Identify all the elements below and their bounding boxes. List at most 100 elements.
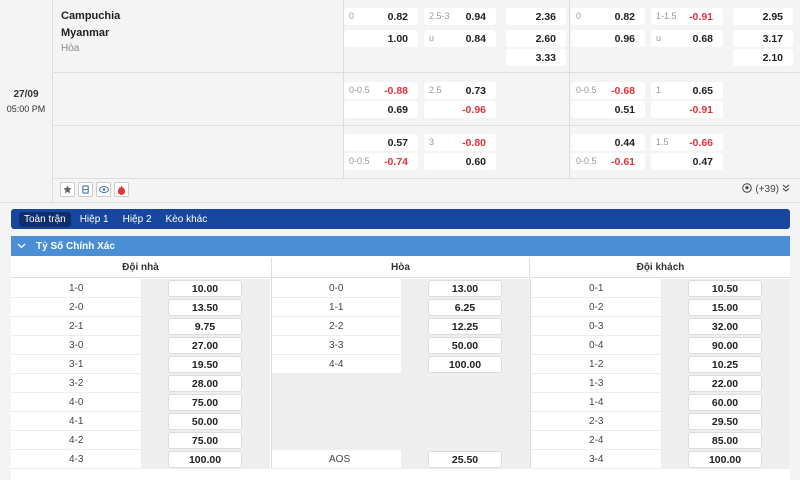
full-time-odds-cell[interactable]: 3 -0.80 [424,134,496,151]
row-divider [54,125,800,126]
hot-icon[interactable] [114,182,129,197]
full-time-odds-cell[interactable]: 2.5-3 0.94 [424,8,496,25]
score-label: 3-2 [69,378,84,389]
score-odds-button[interactable]: 75.00 [168,432,242,449]
soccer-ball-icon [742,183,753,196]
odds-value: -0.74 [384,156,408,168]
first-half-odds-cell[interactable]: u 0.68 [651,30,723,47]
match-time: 05:00 PM [6,104,46,114]
score-label: 4-3 [69,454,84,465]
odds-value: -0.68 [611,85,635,97]
stats-icon[interactable] [78,182,93,197]
odds-line: 0-0.5 [576,85,597,95]
score-odds-button[interactable]: 32.00 [688,318,762,335]
full-time-odds-cell[interactable]: 0.60 [424,153,496,170]
first-half-odds-cell[interactable]: 1 0.65 [651,82,723,99]
score-odds-button[interactable]: 6.25 [428,299,502,316]
home-score-row: 3-0 27.00 [11,336,270,355]
score-odds-button[interactable]: 90.00 [688,337,762,354]
odds-value: 0.82 [614,11,635,23]
odds-line: 1 [656,85,662,95]
score-label: 4-2 [69,435,84,446]
score-odds-button[interactable]: 27.00 [168,337,242,354]
odds-line: 0-0.5 [576,156,597,166]
home-score-row: 4-3 100.00 [11,450,270,469]
double-chevron-down-icon [782,184,790,195]
score-odds-button[interactable]: 28.00 [168,375,242,392]
full-time-odds-cell[interactable]: 0.57 [344,134,418,151]
odds-value: -0.91 [689,104,713,116]
section-header[interactable]: Tỷ Số Chính Xác [11,236,790,256]
score-odds-button[interactable]: 75.00 [168,394,242,411]
first-half-odds-cell[interactable]: 0.47 [651,153,723,170]
score-odds-button[interactable]: 60.00 [688,394,762,411]
first-half-odds-cell[interactable]: 2.95 [733,8,793,25]
score-label: 1-2 [589,359,604,370]
score-odds-button[interactable]: 9.75 [168,318,242,335]
home-score-row: 2-1 9.75 [11,317,270,336]
score-odds-button[interactable]: 10.50 [688,280,762,297]
first-half-odds-cell[interactable]: 2.10 [733,49,793,66]
full-time-odds-cell[interactable]: 2.36 [506,8,566,25]
tab-other-bets[interactable]: Kèo khác [161,212,213,227]
score-odds-button[interactable]: 13.50 [168,299,242,316]
score-odds-button[interactable]: 12.25 [428,318,502,335]
score-odds-button[interactable]: 29.50 [688,413,762,430]
score-odds-button[interactable]: 15.00 [688,299,762,316]
full-time-odds-cell[interactable]: 0.69 [344,101,418,118]
full-time-odds-cell[interactable]: 2.5 0.73 [424,82,496,99]
away-score-row: 0-3 32.00 [531,317,790,336]
star-icon[interactable] [60,182,75,197]
first-half-odds-cell[interactable]: 0-0.5 -0.61 [571,153,645,170]
score-odds-button[interactable]: 100.00 [688,451,762,468]
first-half-odds-cell[interactable]: 0.44 [571,134,645,151]
full-time-odds-cell[interactable]: -0.96 [424,101,496,118]
score-odds-button[interactable]: 100.00 [168,451,242,468]
score-odds-button[interactable]: 50.00 [168,413,242,430]
score-odds-button[interactable]: 10.00 [168,280,242,297]
score-label: 4-1 [69,416,84,427]
full-time-odds-cell[interactable]: 0-0.5 -0.74 [344,153,418,170]
score-odds-button[interactable]: 85.00 [688,432,762,449]
full-time-odds-cell[interactable]: 0 0.82 [344,8,418,25]
tab-second-half[interactable]: Hiệp 2 [118,212,157,227]
home-score-row: 2-0 13.50 [11,298,270,317]
tab-full-match[interactable]: Toàn trận [19,211,71,227]
draw-score-row: 1-1 6.25 [271,298,530,317]
score-odds-button[interactable]: 50.00 [428,337,502,354]
score-label: 1-1 [329,302,344,313]
first-half-odds-cell[interactable]: 1.5 -0.66 [651,134,723,151]
full-time-odds-cell[interactable]: u 0.84 [424,30,496,47]
first-half-odds-cell[interactable]: 0.96 [571,30,645,47]
odds-line: 1.5 [656,137,669,147]
score-label: AOS [329,454,351,465]
score-odds-button[interactable]: 13.00 [428,280,502,297]
odds-line: 2.5-3 [429,11,450,21]
full-time-odds-cell[interactable]: 1.00 [344,30,418,47]
score-odds-button[interactable]: 100.00 [428,356,502,373]
score-odds-button[interactable]: 10.25 [688,356,762,373]
more-markets[interactable]: (+39) [742,183,790,196]
score-odds-button[interactable]: 25.50 [428,451,502,468]
full-time-odds-cell[interactable]: 3.33 [506,49,566,66]
first-half-odds-cell[interactable]: 3.17 [733,30,793,47]
first-half-odds-cell[interactable]: 0 0.82 [571,8,645,25]
draw-empty-area [272,374,530,450]
first-half-odds-cell[interactable]: -0.91 [651,101,723,118]
column-home: Đội nhà [11,258,270,278]
odds-value: 3.33 [535,52,556,64]
full-time-odds-cell[interactable]: 0-0.5 -0.88 [344,82,418,99]
score-odds-button[interactable]: 19.50 [168,356,242,373]
score-odds-button[interactable]: 22.00 [688,375,762,392]
odds-value: -0.91 [689,11,713,23]
row-divider [54,178,800,179]
eye-icon[interactable] [96,182,111,197]
odds-value: -0.88 [384,85,408,97]
tab-first-half[interactable]: Hiệp 1 [75,212,114,227]
first-half-odds-cell[interactable]: 0-0.5 -0.68 [571,82,645,99]
home-score-row: 4-1 50.00 [11,412,270,431]
first-half-odds-cell[interactable]: 1-1.5 -0.91 [651,8,723,25]
full-time-odds-cell[interactable]: 2.60 [506,30,566,47]
draw-score-row: 3-3 50.00 [271,336,530,355]
first-half-odds-cell[interactable]: 0.51 [571,101,645,118]
